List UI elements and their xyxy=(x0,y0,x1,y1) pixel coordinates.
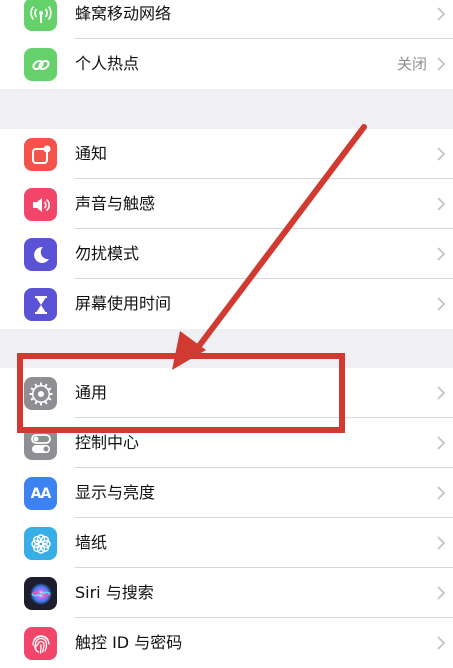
moon-icon xyxy=(24,238,57,271)
chevron-right-icon xyxy=(437,386,446,400)
chevron-right-icon xyxy=(437,147,446,161)
chevron-right-icon xyxy=(437,197,446,211)
flower-icon xyxy=(24,527,57,560)
settings-row-do-not-disturb[interactable]: 勿扰模式 xyxy=(0,229,453,279)
settings-row-display-brightness[interactable]: AA 显示与亮度 xyxy=(0,468,453,518)
chevron-right-icon xyxy=(437,486,446,500)
settings-row-sounds[interactable]: 声音与触感 xyxy=(0,179,453,229)
chevron-right-icon xyxy=(437,636,446,650)
settings-row-label: 个人热点 xyxy=(75,54,140,73)
gear-icon xyxy=(24,377,57,410)
fingerprint-icon xyxy=(24,627,57,660)
settings-row-label: 通知 xyxy=(75,144,108,163)
settings-row-label: 声音与触感 xyxy=(75,194,156,213)
chain-link-icon xyxy=(24,48,57,81)
hourglass-icon xyxy=(24,288,57,321)
chevron-right-icon xyxy=(437,297,446,311)
settings-row-label: 屏幕使用时间 xyxy=(75,294,172,313)
chevron-right-icon xyxy=(437,7,446,21)
settings-row-hotspot[interactable]: 个人热点 关闭 xyxy=(0,39,453,89)
notification-icon xyxy=(24,138,57,171)
settings-row-wallpaper[interactable]: 墙纸 xyxy=(0,518,453,568)
settings-group-notifications: 通知 声音与触感 勿扰模式 屏幕使用时间 xyxy=(0,129,453,329)
settings-row-screen-time[interactable]: 屏幕使用时间 xyxy=(0,279,453,329)
aa-glyph: AA xyxy=(30,485,52,502)
chevron-right-icon xyxy=(437,57,446,71)
hotspot-status-value: 关闭 xyxy=(396,54,427,73)
speaker-icon xyxy=(24,188,57,221)
toggles-icon xyxy=(24,427,57,460)
aa-icon: AA xyxy=(24,477,57,510)
settings-row-label: 通用 xyxy=(75,383,108,402)
settings-row-general[interactable]: 通用 xyxy=(0,368,453,418)
settings-row-label: 控制中心 xyxy=(75,433,140,452)
settings-row-label: 显示与亮度 xyxy=(75,483,156,502)
settings-row-notifications[interactable]: 通知 xyxy=(0,129,453,179)
chevron-right-icon xyxy=(437,586,446,600)
antenna-icon xyxy=(24,0,57,31)
chevron-right-icon xyxy=(437,536,446,550)
settings-row-siri-search[interactable]: Siri 与搜索 xyxy=(0,568,453,618)
settings-group-general: 通用 控制中心 AA 显示与亮度 墙纸 Siri 与搜索 触控 ID 与密码 xyxy=(0,368,453,668)
settings-row-label: 蜂窝移动网络 xyxy=(75,4,172,23)
settings-row-cellular[interactable]: 蜂窝移动网络 xyxy=(0,0,453,39)
annotation-arrow-head xyxy=(172,331,206,370)
settings-row-label: Siri 与搜索 xyxy=(75,583,154,602)
settings-row-touch-id-passcode[interactable]: 触控 ID 与密码 xyxy=(0,618,453,668)
chevron-right-icon xyxy=(437,247,446,261)
settings-row-label: 墙纸 xyxy=(75,533,108,552)
chevron-right-icon xyxy=(437,436,446,450)
siri-icon xyxy=(24,577,57,610)
settings-row-control-center[interactable]: 控制中心 xyxy=(0,418,453,468)
settings-row-label: 勿扰模式 xyxy=(75,244,140,263)
settings-row-label: 触控 ID 与密码 xyxy=(75,633,183,652)
settings-group-network: 蜂窝移动网络 个人热点 关闭 xyxy=(0,0,453,89)
